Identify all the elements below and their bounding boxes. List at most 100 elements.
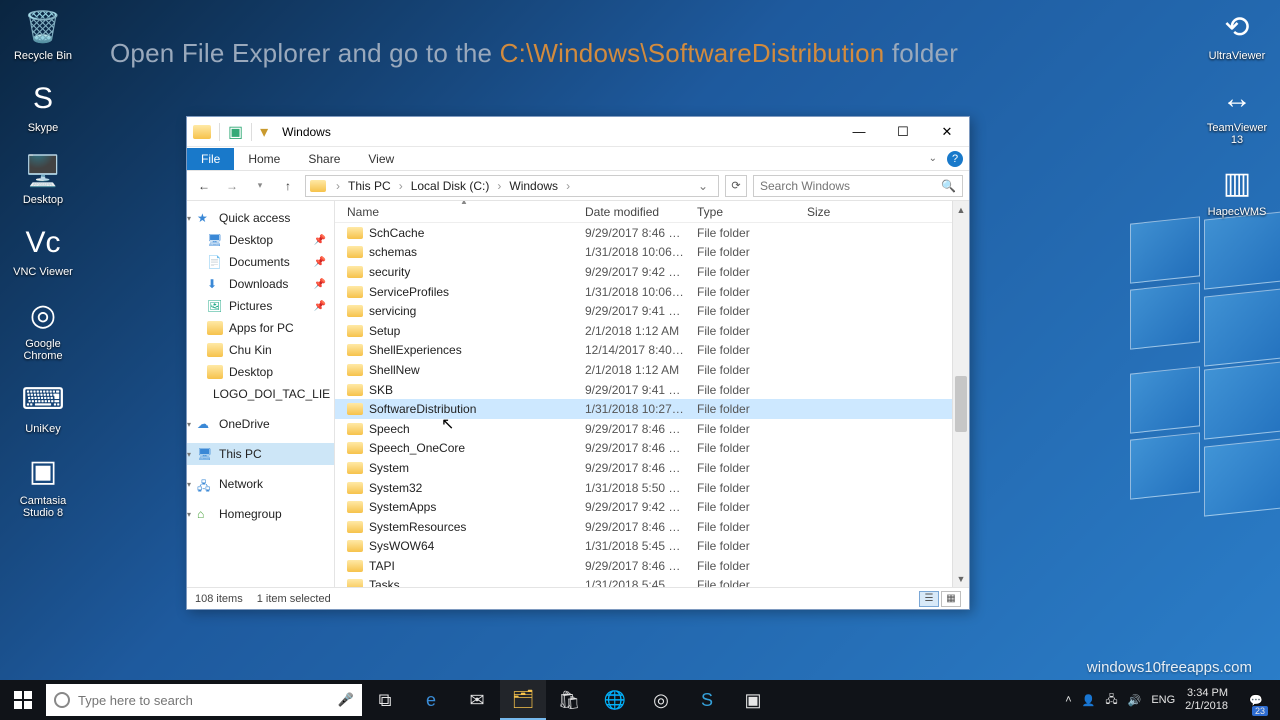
recent-locations-icon[interactable]: ▾ [249,180,271,191]
minimize-button[interactable]: — [837,117,881,146]
help-button[interactable]: ? [947,151,963,167]
file-row[interactable]: Setup 2/1/2018 1:12 AM File folder [335,321,969,341]
search-icon[interactable]: 🔍 [941,179,956,193]
column-date[interactable]: Date modified [579,205,691,219]
file-row[interactable]: System32 1/31/2018 5:50 PM File folder [335,478,969,498]
navpane-item[interactable]: ⬇Downloads📌 [187,273,334,295]
scroll-thumb[interactable] [955,376,967,432]
navpane-this-pc[interactable]: 🖥This PC [187,443,334,465]
file-row[interactable]: Speech_OneCore 9/29/2017 8:46 PM File fo… [335,439,969,459]
column-type[interactable]: Type [691,205,801,219]
desktop-icon[interactable]: Vc VNC Viewer [6,222,80,278]
navpane-onedrive[interactable]: ☁OneDrive [187,413,334,435]
file-type: File folder [691,461,801,475]
desktop-icon[interactable]: S Skype [6,78,80,134]
start-button[interactable] [0,680,46,720]
address-folder-icon [310,180,326,192]
taskbar-app-mail[interactable]: ✉ [454,680,500,720]
tray-overflow-icon[interactable]: ˄ [1065,694,1071,706]
tray-volume-icon[interactable]: 🔊 [1128,694,1142,707]
breadcrumb[interactable]: This PC [346,179,393,193]
file-row[interactable]: Speech 9/29/2017 8:46 PM File folder [335,419,969,439]
file-row[interactable]: System 9/29/2017 8:46 PM File folder [335,458,969,478]
microphone-icon[interactable]: 🎤 [338,692,354,708]
scroll-up-button[interactable]: ▲ [953,201,969,218]
tab-home[interactable]: Home [234,148,294,170]
file-row[interactable]: ShellNew 2/1/2018 1:12 AM File folder [335,360,969,380]
file-row[interactable]: schemas 1/31/2018 10:06 AM File folder [335,243,969,263]
desktop-icon[interactable]: ◎ Google Chrome [6,294,80,362]
desktop-icon[interactable]: ↔ TeamViewer 13 [1200,78,1274,146]
desktop-icon[interactable]: 🖥️ Desktop [6,150,80,206]
desktop-icon[interactable]: ▣ Camtasia Studio 8 [6,451,80,519]
navpane-item[interactable]: 📄Documents📌 [187,251,334,273]
file-row[interactable]: SKB 9/29/2017 9:41 PM File folder [335,380,969,400]
up-button[interactable]: ↑ [277,179,299,193]
close-button[interactable]: ✕ [925,117,969,146]
maximize-button[interactable]: ☐ [881,117,925,146]
file-row[interactable]: SystemResources 9/29/2017 8:46 PM File f… [335,517,969,537]
file-row[interactable]: SchCache 9/29/2017 8:46 PM File folder [335,223,969,243]
taskbar-search[interactable]: 🎤 [46,684,362,716]
ribbon-expand-icon[interactable]: ⌄ [929,153,937,164]
file-row[interactable]: servicing 9/29/2017 9:41 PM File folder [335,301,969,321]
view-large-icons-button[interactable]: ▦ [941,591,961,607]
file-row[interactable]: security 9/29/2017 9:42 PM File folder [335,262,969,282]
search-box[interactable]: 🔍 [753,175,963,197]
tray-people-icon[interactable]: 👤 [1082,694,1096,707]
task-view-button[interactable]: ⧉ [362,680,408,720]
scrollbar[interactable]: ▲ ▼ [952,201,969,587]
tab-share[interactable]: Share [294,148,354,170]
navpane-homegroup[interactable]: ⌂Homegroup [187,503,334,525]
view-details-button[interactable]: ☰ [919,591,939,607]
taskbar-app-generic[interactable]: ▣ [730,680,776,720]
desktop-icon[interactable]: ⟲ UltraViewer [1200,6,1274,62]
taskbar-search-input[interactable] [78,693,330,708]
desktop-icon[interactable]: 🗑️ Recycle Bin [6,6,80,62]
forward-button[interactable]: → [221,179,243,193]
file-name: ShellExperiences [369,343,462,357]
column-name[interactable]: Name▲ [341,205,579,219]
desktop-icon[interactable]: ▥ HapecWMS [1200,162,1274,218]
tray-clock[interactable]: 3:34 PM 2/1/2018 [1185,687,1228,712]
taskbar-app-browser[interactable]: 🌐 [592,680,638,720]
desktop-icon[interactable]: ⌨ UniKey [6,379,80,435]
navpane-item[interactable]: 🖥Desktop📌 [187,229,334,251]
file-row[interactable]: SoftwareDistribution 1/31/2018 10:27 AM … [335,399,969,419]
taskbar-app-snagit[interactable]: S [684,680,730,720]
navpane-quick-access[interactable]: ★Quick access [187,207,334,229]
refresh-button[interactable]: ⟳ [725,175,747,197]
action-center-button[interactable]: 💬 23 [1238,680,1274,720]
taskbar-app-edge[interactable]: e [408,680,454,720]
column-size[interactable]: Size [801,205,969,219]
navpane-item[interactable]: 🖼Pictures📌 [187,295,334,317]
address-dropdown-icon[interactable]: ⌄ [692,179,714,193]
tab-file[interactable]: File [187,148,234,170]
navpane-item[interactable]: LOGO_DOI_TAC_LIE [187,383,334,405]
navpane-network[interactable]: 🖧Network [187,473,334,495]
file-row[interactable]: Tasks 1/31/2018 5:45 PM File folder [335,576,969,587]
tab-view[interactable]: View [354,148,408,170]
qat-newfolder-icon[interactable]: ▾ [260,122,268,142]
navpane-item[interactable]: Desktop [187,361,334,383]
breadcrumb[interactable]: Local Disk (C:) [409,179,492,193]
file-row[interactable]: SysWOW64 1/31/2018 5:45 PM File folder [335,537,969,557]
navpane-item[interactable]: Chu Kin [187,339,334,361]
file-row[interactable]: ServiceProfiles 1/31/2018 10:06 AM File … [335,282,969,302]
file-row[interactable]: TAPI 9/29/2017 8:46 PM File folder [335,556,969,576]
breadcrumb[interactable]: Windows [507,179,560,193]
search-input[interactable] [760,179,941,193]
taskbar-app-chrome[interactable]: ◎ [638,680,684,720]
navpane-item[interactable]: Apps for PC [187,317,334,339]
file-row[interactable]: ShellExperiences 12/14/2017 8:40 AM File… [335,341,969,361]
taskbar-app-explorer[interactable]: 🗂 [500,680,546,720]
back-button[interactable]: ← [193,179,215,193]
taskbar-app-store[interactable]: 🛍 [546,680,592,720]
qat-properties-icon[interactable]: ▣ [228,122,243,142]
file-row[interactable]: SystemApps 9/29/2017 9:42 PM File folder [335,497,969,517]
tray-language[interactable]: ENG [1151,694,1175,706]
titlebar[interactable]: ▣ ▾ Windows — ☐ ✕ [187,117,969,147]
address-bar[interactable]: › This PC › Local Disk (C:) › Windows › … [305,175,719,197]
tray-network-icon[interactable]: 🖧 [1105,691,1117,710]
scroll-down-button[interactable]: ▼ [953,570,969,587]
